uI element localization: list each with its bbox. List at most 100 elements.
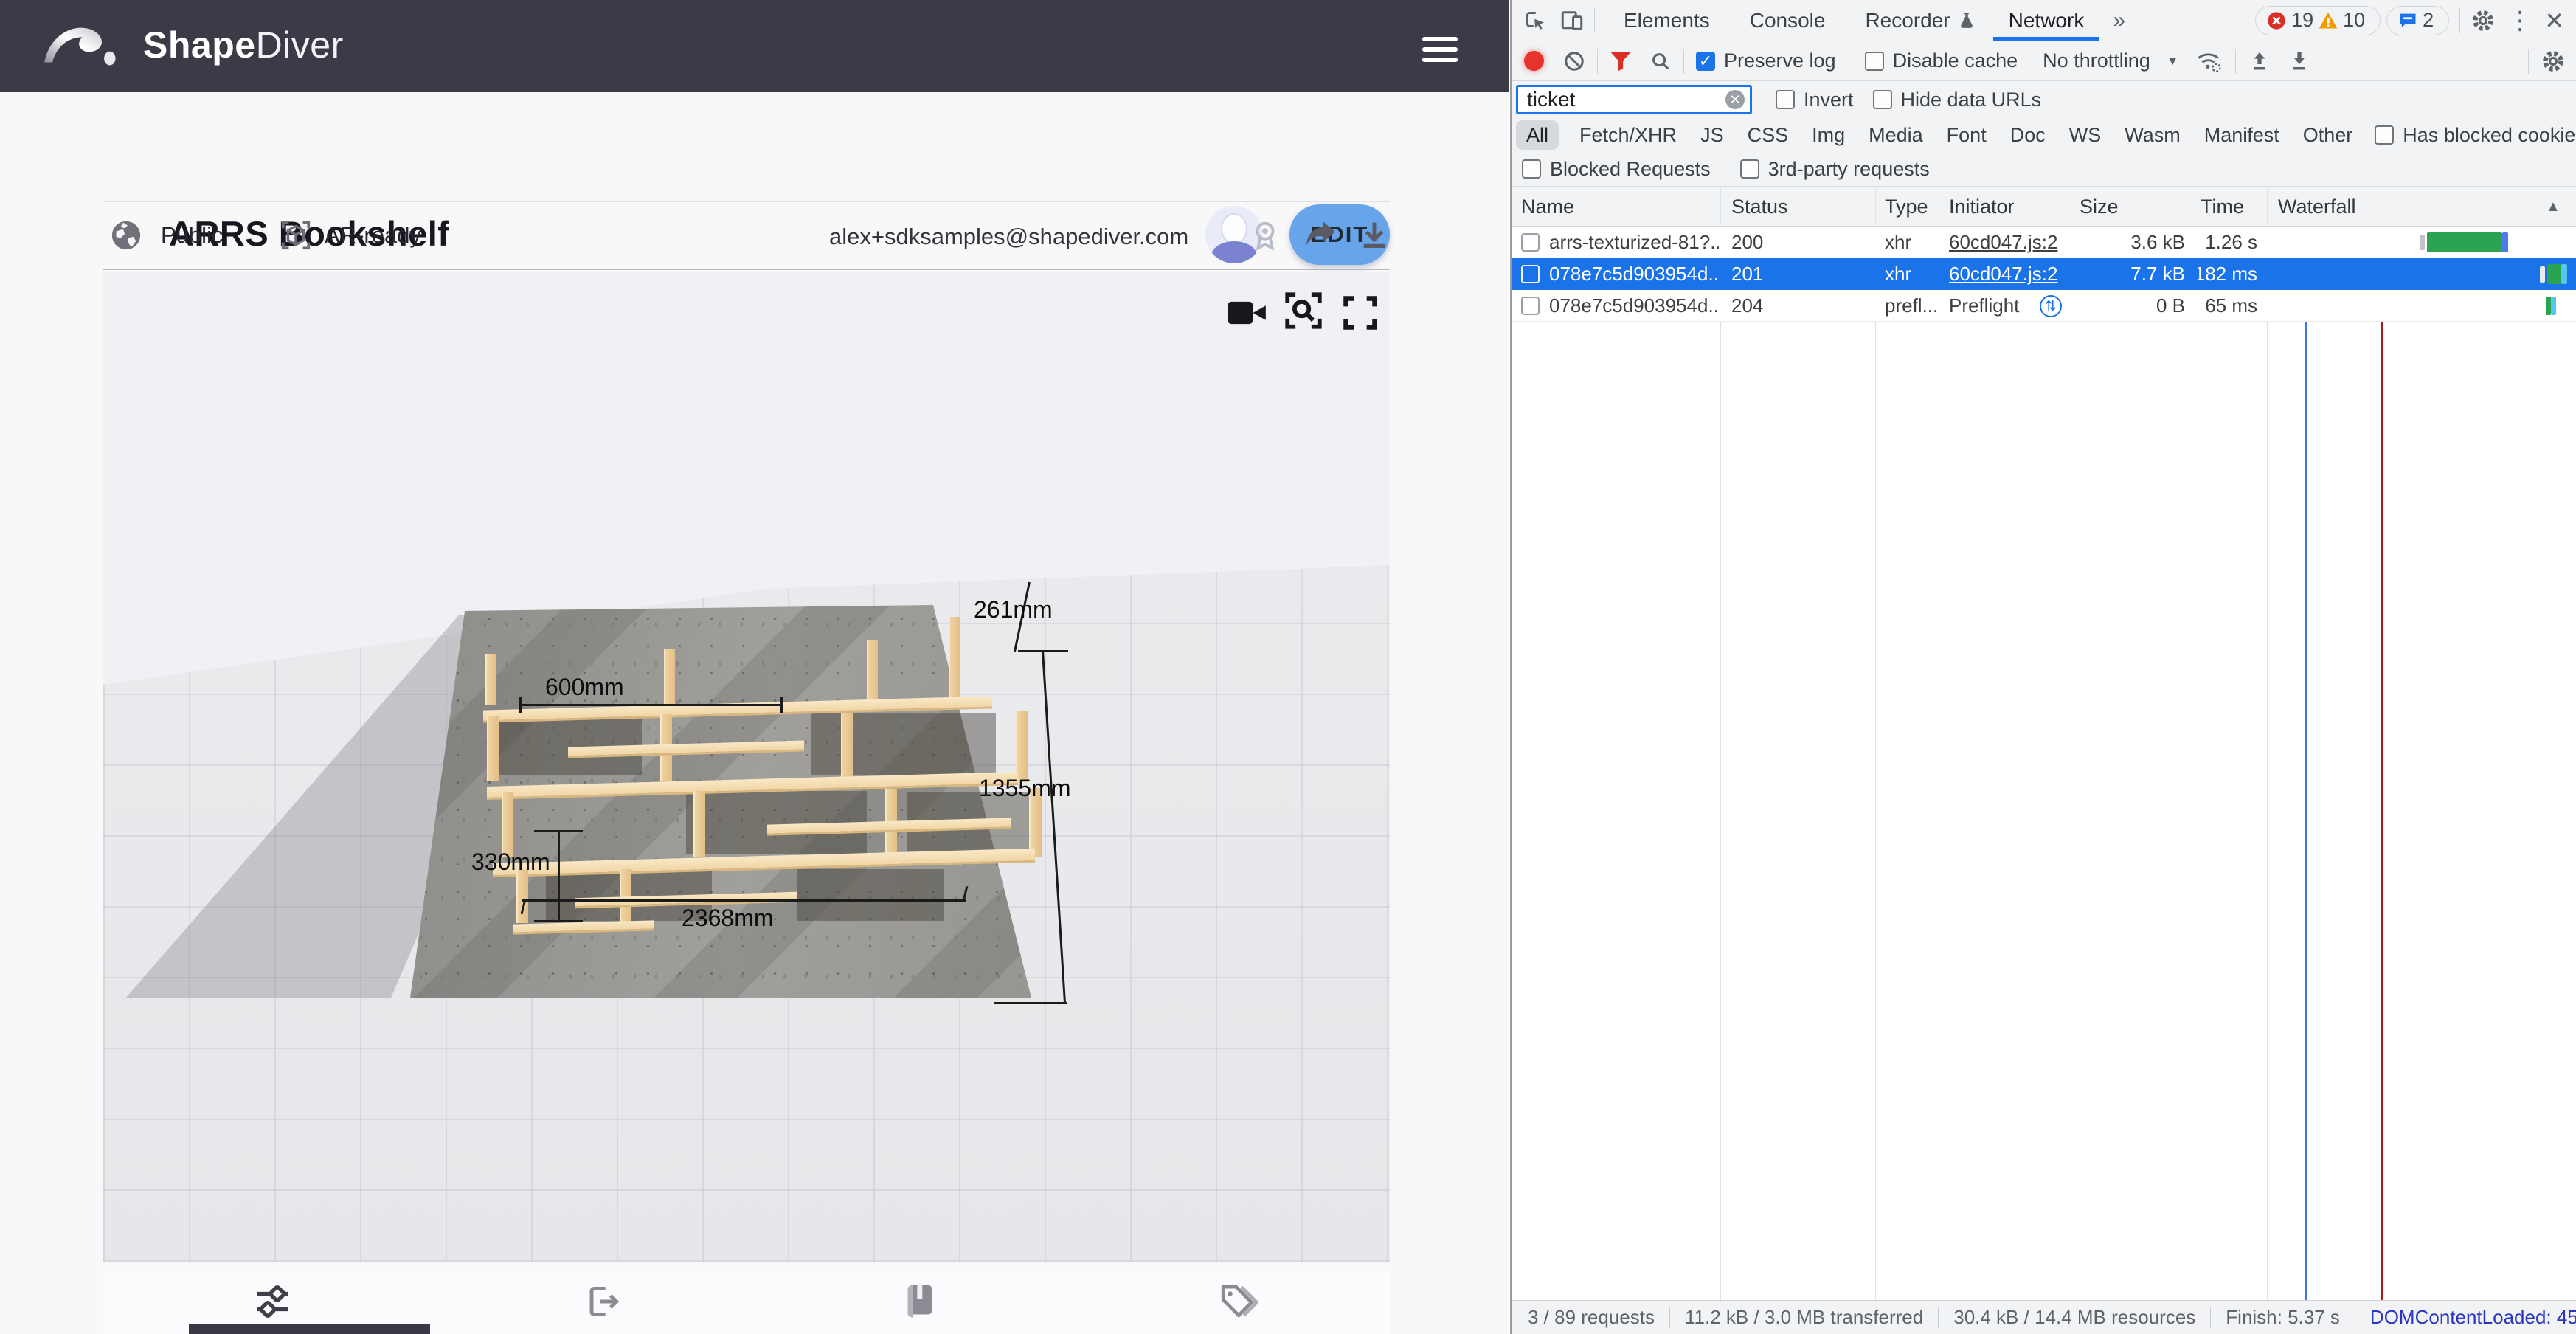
chip-js[interactable]: JS bbox=[1689, 120, 1736, 150]
menu-icon[interactable] bbox=[1422, 37, 1458, 68]
table-row-selected[interactable]: 078e7c5d903954d... 201 xhr 60cd047.js:2 … bbox=[1512, 258, 2576, 290]
import-har-icon[interactable] bbox=[2248, 49, 2271, 73]
sort-asc-icon[interactable]: ▲ bbox=[2546, 187, 2561, 227]
viewer-canvas[interactable]: 261mm 600mm 1355mm 330mm 2368mm bbox=[103, 272, 1390, 1262]
cell-initiator-link[interactable]: 60cd047.js:2 bbox=[1949, 227, 2071, 258]
transferred-summary: 11.2 kB / 3.0 MB transferred bbox=[1685, 1306, 1923, 1329]
column-divider[interactable] bbox=[1875, 187, 1876, 1300]
disable-cache-checkbox[interactable] bbox=[1865, 52, 1884, 71]
kebab-menu-icon[interactable]: ⋮ bbox=[2507, 6, 2532, 35]
chip-ws[interactable]: WS bbox=[2057, 120, 2113, 150]
tags-tab[interactable] bbox=[1217, 1281, 1258, 1322]
filter-input[interactable] bbox=[1516, 85, 1752, 114]
col-time[interactable]: Time bbox=[2201, 187, 2244, 227]
tab-network[interactable]: Network bbox=[1989, 0, 2105, 41]
chip-css[interactable]: CSS bbox=[1736, 120, 1801, 150]
dim-line-330 bbox=[558, 831, 560, 922]
clear-filter-icon[interactable]: ✕ bbox=[1725, 90, 1745, 109]
chip-manifest[interactable]: Manifest bbox=[2192, 120, 2291, 150]
certificate-icon[interactable] bbox=[1248, 202, 1282, 269]
tab-console[interactable]: Console bbox=[1730, 0, 1846, 41]
filter-icon[interactable] bbox=[1610, 51, 1632, 72]
col-type[interactable]: Type bbox=[1885, 187, 1928, 227]
domcontentloaded-event-line bbox=[2305, 227, 2307, 1300]
shapediver-logo[interactable]: ShapeDiver bbox=[41, 19, 344, 71]
col-name[interactable]: Name bbox=[1521, 187, 1574, 227]
dim-tick bbox=[1018, 650, 1068, 652]
ar-cube-icon bbox=[279, 218, 313, 252]
clear-network-icon[interactable] bbox=[1563, 50, 1585, 72]
dim-tick bbox=[534, 830, 583, 832]
export-tab[interactable] bbox=[581, 1281, 623, 1322]
title-row: ‹ ARRS Bookshelf alex+sdksamples@shapedi… bbox=[0, 92, 1509, 201]
invert-label[interactable]: Invert bbox=[1804, 89, 1854, 111]
row-checkbox[interactable] bbox=[1521, 297, 1540, 315]
chip-img[interactable]: Img bbox=[1800, 120, 1857, 150]
tab-recorder[interactable]: Recorder bbox=[1845, 0, 1956, 41]
export-har-icon[interactable] bbox=[2288, 49, 2311, 73]
device-toolbar-icon[interactable] bbox=[1559, 7, 1585, 34]
col-size[interactable]: Size bbox=[2080, 187, 2119, 227]
parameters-tab[interactable] bbox=[252, 1281, 294, 1322]
chip-doc[interactable]: Doc bbox=[1998, 120, 2057, 150]
fullscreen-icon[interactable] bbox=[1341, 294, 1379, 332]
record-network-icon[interactable] bbox=[1524, 51, 1544, 71]
invert-checkbox[interactable] bbox=[1776, 90, 1795, 109]
chip-fetch-xhr[interactable]: Fetch/XHR bbox=[1568, 120, 1689, 150]
shelf-board bbox=[502, 792, 513, 857]
search-icon[interactable] bbox=[1649, 50, 1672, 72]
row-checkbox[interactable] bbox=[1521, 233, 1540, 252]
network-conditions-icon[interactable] bbox=[2195, 49, 2223, 74]
cell-initiator-link[interactable]: 60cd047.js:2 bbox=[1949, 258, 2071, 290]
more-tabs-button[interactable]: » bbox=[2104, 0, 2134, 41]
chip-other[interactable]: Other bbox=[2291, 120, 2365, 150]
preserve-log-label[interactable]: Preserve log bbox=[1724, 49, 1836, 72]
blocked-requests-checkbox[interactable] bbox=[1522, 159, 1541, 179]
column-divider[interactable] bbox=[1720, 187, 1721, 1300]
shelf-shadow bbox=[811, 713, 996, 775]
warning-icon bbox=[2318, 10, 2338, 31]
zoom-extents-icon[interactable] bbox=[1282, 289, 1325, 332]
blocked-requests-label[interactable]: Blocked Requests bbox=[1550, 158, 1711, 181]
has-blocked-cookies-label[interactable]: Has blocked cookies bbox=[2403, 124, 2576, 147]
preserve-log-checkbox[interactable]: ✓ bbox=[1696, 52, 1715, 71]
chip-media[interactable]: Media bbox=[1857, 120, 1935, 150]
col-initiator[interactable]: Initiator bbox=[1949, 187, 2015, 227]
dim-line-2368 bbox=[522, 899, 966, 902]
throttling-select[interactable]: No throttling bbox=[2043, 49, 2150, 72]
cell-size: 7.7 kB bbox=[2080, 258, 2185, 290]
table-row[interactable]: arrs-texturized-81?... 200 xhr 60cd047.j… bbox=[1512, 227, 2576, 258]
third-party-label[interactable]: 3rd-party requests bbox=[1768, 158, 1930, 181]
app-header: ShapeDiver bbox=[0, 0, 1509, 92]
third-party-checkbox[interactable] bbox=[1740, 159, 1759, 179]
chip-wasm[interactable]: Wasm bbox=[2113, 120, 2192, 150]
has-blocked-cookies-checkbox[interactable] bbox=[2375, 125, 2394, 145]
issues-badge[interactable]: 2 bbox=[2386, 6, 2449, 35]
column-divider[interactable] bbox=[2267, 187, 2268, 1300]
dim-1355: 1355mm bbox=[979, 775, 1071, 802]
network-settings-gear-icon[interactable] bbox=[2541, 49, 2566, 74]
cell-initiator: Preflight bbox=[1949, 290, 2037, 322]
inspect-element-icon[interactable] bbox=[1522, 7, 1548, 34]
active-tab-indicator bbox=[189, 1324, 430, 1334]
cell-name: arrs-texturized-81?... bbox=[1549, 227, 1719, 258]
settings-gear-icon[interactable] bbox=[2471, 8, 2496, 33]
tab-elements[interactable]: Elements bbox=[1604, 0, 1730, 41]
hide-data-urls-label[interactable]: Hide data URLs bbox=[1901, 89, 2042, 111]
hide-data-urls-checkbox[interactable] bbox=[1873, 90, 1892, 109]
errors-warnings-badge[interactable]: 19 10 bbox=[2255, 6, 2381, 35]
col-status[interactable]: Status bbox=[1731, 187, 1788, 227]
table-row[interactable]: 078e7c5d903954d... 204 prefl... Prefligh… bbox=[1512, 290, 2576, 322]
throttling-dropdown-icon[interactable]: ▼ bbox=[2167, 54, 2179, 69]
chip-all[interactable]: All bbox=[1516, 120, 1559, 150]
library-tab[interactable] bbox=[900, 1281, 941, 1322]
record-video-icon[interactable] bbox=[1226, 294, 1267, 332]
close-devtools-icon[interactable]: ✕ bbox=[2544, 7, 2564, 35]
download-icon[interactable] bbox=[1357, 202, 1391, 269]
row-checkbox[interactable] bbox=[1521, 265, 1540, 283]
chip-font[interactable]: Font bbox=[1935, 120, 1998, 150]
disable-cache-label[interactable]: Disable cache bbox=[1893, 49, 2018, 72]
cell-status: 204 bbox=[1731, 290, 1864, 322]
col-waterfall[interactable]: Waterfall bbox=[2278, 187, 2356, 227]
share-icon[interactable] bbox=[1304, 202, 1338, 269]
